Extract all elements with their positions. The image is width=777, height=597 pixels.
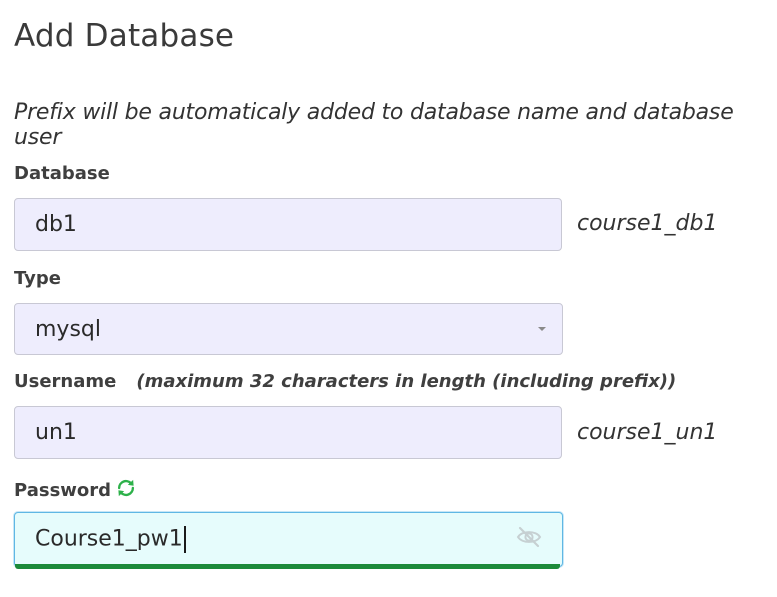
type-select[interactable]: mysql [14,303,563,355]
type-select-value: mysql [35,316,101,342]
password-input-value: Course1_pw1 [35,526,186,553]
password-strength-bar [15,564,560,569]
refresh-icon[interactable] [115,477,137,504]
username-input-value: un1 [35,420,77,445]
database-input[interactable]: db1 [14,198,562,251]
database-input-value: db1 [35,212,77,237]
caret-down-icon [538,327,546,331]
password-input[interactable]: Course1_pw1 [14,512,563,567]
password-text: Course1_pw1 [35,526,183,552]
username-length-hint: (maximum 32 characters in length (includ… [136,371,677,392]
username-label-text: Username [14,371,117,392]
page-title: Add Database [14,18,235,54]
database-name-preview: course1_db1 [577,211,718,236]
eye-slash-icon[interactable] [516,526,542,554]
username-preview: course1_un1 [577,420,718,445]
username-input[interactable]: un1 [14,406,562,459]
password-label: Password [14,477,137,504]
database-label: Database [14,163,110,184]
text-cursor [183,526,186,553]
prefix-note: Prefix will be automaticaly added to dat… [14,100,734,150]
password-label-text: Password [14,480,112,501]
username-label: Username (maximum 32 characters in length… [14,371,676,392]
type-label: Type [14,268,61,289]
